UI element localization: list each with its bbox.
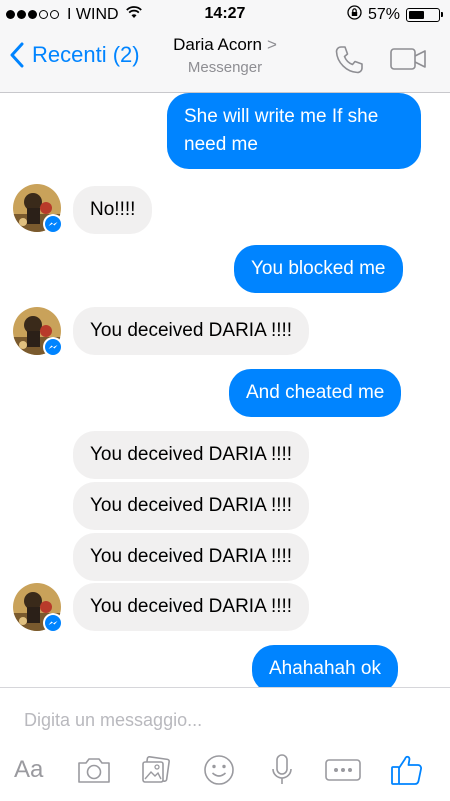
battery-percentage: 57% — [367, 6, 400, 23]
message-bubble-incoming[interactable]: You deceived DARIA !!!! — [73, 533, 310, 581]
contact-subtitle: Messenger — [187, 59, 263, 76]
status-bar: I WIND 14:27 57% — [0, 0, 450, 28]
contact-name: Daria Acorn — [173, 35, 262, 54]
text-format-button[interactable]: Aa — [14, 750, 43, 790]
message-bubble-incoming[interactable]: You deceived DARIA !!!! — [73, 482, 310, 530]
message-bubble-incoming[interactable]: No!!!! — [73, 186, 153, 234]
message-bubble-outgoing[interactable]: Ahahahah ok — [252, 645, 398, 687]
messenger-badge-icon — [43, 613, 63, 633]
message-bubble-incoming[interactable]: You deceived DARIA !!!! — [73, 431, 310, 479]
rotation-lock-icon — [347, 5, 362, 25]
message-bubble-outgoing[interactable]: You blocked me — [234, 245, 403, 293]
messenger-badge-icon — [43, 337, 63, 357]
battery-icon — [406, 8, 443, 22]
chevron-right-icon: > — [266, 35, 277, 54]
message-input[interactable] — [22, 704, 426, 736]
contact-title[interactable]: Daria Acorn > Messenger — [0, 35, 450, 76]
message-thread[interactable]: She will write me If she need me No!!!! … — [0, 93, 450, 687]
camera-icon[interactable] — [76, 750, 112, 790]
conversation-header: Recenti (2) Daria Acorn > Messenger — [0, 28, 450, 93]
microphone-icon[interactable] — [270, 750, 294, 790]
contact-avatar[interactable] — [13, 583, 63, 633]
contact-avatar[interactable] — [13, 184, 63, 234]
phone-icon[interactable] — [333, 44, 365, 81]
battery-group: 57% — [347, 5, 443, 25]
message-bubble-incoming[interactable]: You deceived DARIA !!!! — [73, 307, 310, 355]
video-call-icon[interactable] — [390, 46, 428, 77]
emoji-icon[interactable] — [203, 750, 235, 790]
like-thumb-icon[interactable] — [390, 750, 424, 790]
contact-avatar[interactable] — [13, 307, 63, 357]
message-bubble-outgoing[interactable]: She will write me If she need me — [167, 93, 421, 169]
message-composer: Aa — [0, 687, 450, 801]
gallery-icon[interactable] — [140, 750, 172, 790]
more-icon[interactable] — [325, 750, 361, 790]
message-bubble-outgoing[interactable]: And cheated me — [229, 369, 402, 417]
message-bubble-incoming[interactable]: You deceived DARIA !!!! — [73, 583, 310, 631]
messenger-badge-icon — [43, 214, 63, 234]
